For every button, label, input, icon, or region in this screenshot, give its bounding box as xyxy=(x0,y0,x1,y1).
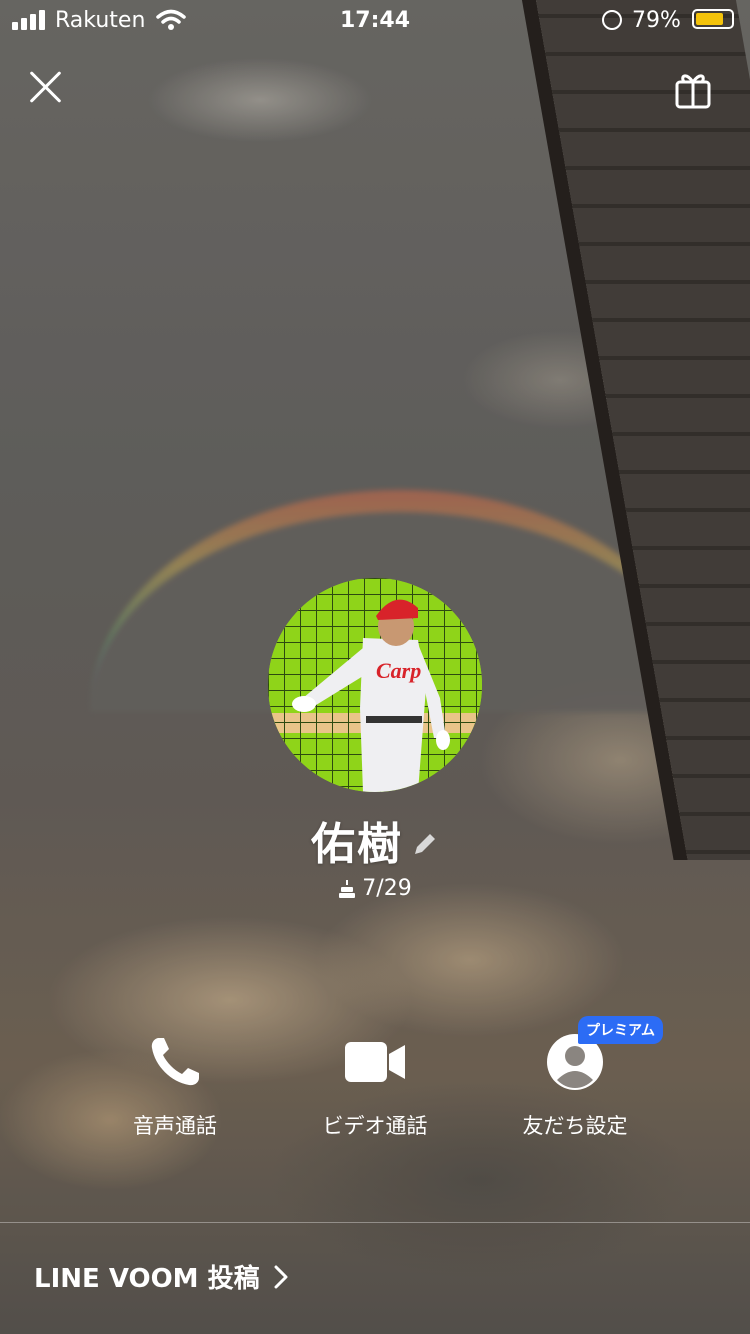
profile-name: 佑樹 xyxy=(311,819,403,870)
svg-text:Carp: Carp xyxy=(376,658,421,683)
video-call-button[interactable]: ビデオ通話 xyxy=(275,1030,475,1140)
line-voom-posts-link[interactable]: LINE VOOM 投稿 xyxy=(34,1258,288,1295)
chevron-right-icon xyxy=(274,1265,288,1288)
rotation-lock-icon xyxy=(602,10,622,30)
friend-settings-label: 友だち設定 xyxy=(522,1114,628,1138)
battery-icon xyxy=(692,9,734,29)
action-bar: 音声通話 ビデオ通話 友だち設定 xyxy=(0,1030,750,1140)
friend-settings-button[interactable]: 友だち設定 xyxy=(475,1030,675,1140)
close-button[interactable] xyxy=(24,66,66,108)
video-camera-icon xyxy=(345,1042,405,1082)
video-call-label: ビデオ通話 xyxy=(322,1114,428,1138)
line-voom-label: LINE VOOM 投稿 xyxy=(34,1264,260,1294)
divider xyxy=(0,1222,750,1223)
gift-icon[interactable] xyxy=(674,70,712,110)
premium-badge: プレミアム xyxy=(578,1016,664,1044)
status-bar: Rakuten 17:44 79% xyxy=(0,0,750,40)
pencil-icon[interactable] xyxy=(411,830,439,858)
phone-icon xyxy=(151,1038,199,1086)
avatar[interactable]: Carp xyxy=(268,578,482,792)
avatar-photo: Carp xyxy=(268,578,482,792)
battery-percentage: 79% xyxy=(632,8,681,33)
voice-call-label: 音声通話 xyxy=(133,1114,217,1138)
profile-name-row: 佑樹 xyxy=(0,808,750,872)
birthday: 7/29 xyxy=(0,876,750,901)
voice-call-button[interactable]: 音声通話 xyxy=(75,1030,275,1140)
birthday-date: 7/29 xyxy=(362,876,412,901)
cake-icon xyxy=(339,879,356,898)
